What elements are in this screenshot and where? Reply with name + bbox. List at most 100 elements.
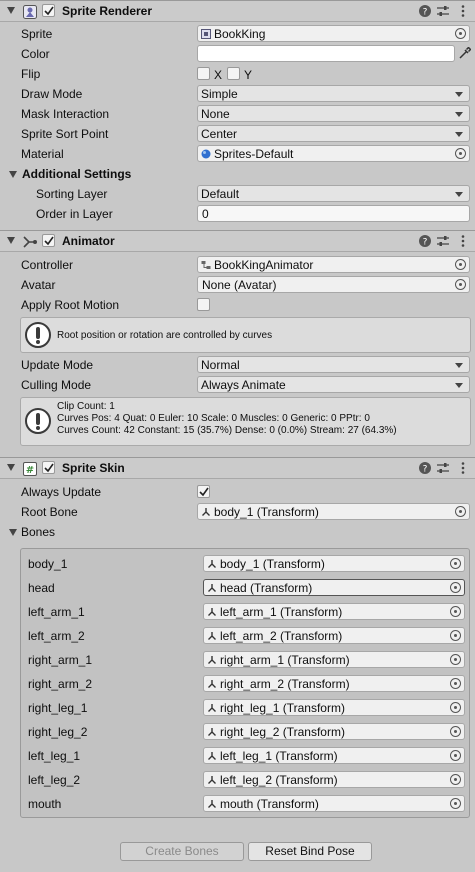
- clip-count-text: Clip Count: 1: [57, 401, 115, 412]
- bone-transform-field[interactable]: left_leg_1 (Transform): [203, 747, 465, 764]
- bone-name-label: left_arm_1: [28, 605, 85, 619]
- transform-icon: [208, 680, 216, 688]
- controller-field[interactable]: BookKingAnimator: [197, 256, 470, 273]
- eyedropper-icon[interactable]: [458, 47, 471, 60]
- curves-pos-text: Curves Pos: 4 Quat: 0 Euler: 10 Scale: 0…: [57, 413, 370, 424]
- sprite-label: Sprite: [21, 27, 53, 41]
- bone-transform-field[interactable]: head (Transform): [203, 579, 465, 596]
- help-icon[interactable]: ?: [418, 461, 432, 475]
- bone-transform-field[interactable]: mouth (Transform): [203, 795, 465, 812]
- object-picker-icon[interactable]: [450, 678, 461, 689]
- bone-transform-field[interactable]: left_leg_2 (Transform): [203, 771, 465, 788]
- presets-icon[interactable]: [436, 234, 450, 248]
- script-icon: #: [23, 462, 37, 476]
- create-bones-button[interactable]: Create Bones: [120, 842, 244, 861]
- sorting-layer-dropdown[interactable]: Default: [197, 185, 470, 202]
- bone-name-label: left_arm_2: [28, 629, 85, 643]
- foldout-arrow-icon[interactable]: [7, 237, 15, 244]
- bone-transform-field[interactable]: body_1 (Transform): [203, 555, 465, 572]
- svg-text:#: #: [26, 465, 34, 476]
- bone-transform-field[interactable]: right_arm_2 (Transform): [203, 675, 465, 692]
- animator-enabled-checkbox[interactable]: [42, 234, 55, 247]
- color-field[interactable]: [197, 45, 455, 62]
- order-in-layer-input[interactable]: 0: [197, 205, 470, 222]
- bone-name-label: right_arm_2: [28, 677, 93, 691]
- flip-x-checkbox[interactable]: [197, 67, 210, 80]
- object-picker-icon[interactable]: [450, 582, 461, 593]
- bones-label[interactable]: Bones: [21, 525, 55, 539]
- help-icon[interactable]: ?: [418, 4, 432, 18]
- update-mode-dropdown[interactable]: Normal: [197, 356, 470, 373]
- bone-transform-field[interactable]: left_arm_2 (Transform): [203, 627, 465, 644]
- additional-settings-foldout-icon[interactable]: [9, 171, 17, 178]
- object-picker-icon[interactable]: [450, 702, 461, 713]
- animator-icon: [23, 236, 37, 248]
- sprite-icon: [201, 29, 211, 39]
- sprite-sort-point-dropdown[interactable]: Center: [197, 125, 470, 142]
- always-update-checkbox[interactable]: [197, 485, 210, 498]
- flip-y-checkbox[interactable]: [227, 67, 240, 80]
- transform-icon: [208, 800, 216, 808]
- object-picker-icon[interactable]: [450, 750, 461, 761]
- context-menu-icon[interactable]: [456, 461, 470, 475]
- bone-transform-field[interactable]: right_leg_1 (Transform): [203, 699, 465, 716]
- reset-bind-pose-button[interactable]: Reset Bind Pose: [248, 842, 372, 861]
- transform-icon: [208, 560, 216, 568]
- help-icon[interactable]: ?: [418, 234, 432, 248]
- foldout-arrow-icon[interactable]: [7, 7, 15, 14]
- object-picker-icon[interactable]: [455, 506, 466, 517]
- foldout-arrow-icon[interactable]: [7, 464, 15, 471]
- context-menu-icon[interactable]: [456, 234, 470, 248]
- context-menu-icon[interactable]: [456, 4, 470, 18]
- sprite-renderer-enabled-checkbox[interactable]: [42, 4, 55, 17]
- sprite-field[interactable]: BookKing: [197, 25, 470, 42]
- root-bone-field[interactable]: body_1 (Transform): [197, 503, 470, 520]
- root-bone-label: Root Bone: [21, 505, 78, 519]
- sprite-skin-header[interactable]: # Sprite Skin ?: [0, 457, 475, 479]
- presets-icon[interactable]: [436, 461, 450, 475]
- object-picker-icon[interactable]: [450, 654, 461, 665]
- bone-transform-field[interactable]: right_leg_2 (Transform): [203, 723, 465, 740]
- bone-transform-field[interactable]: left_arm_1 (Transform): [203, 603, 465, 620]
- dropdown-arrow-icon: [455, 363, 463, 368]
- svg-text:?: ?: [423, 238, 428, 248]
- object-picker-icon[interactable]: [450, 606, 461, 617]
- dropdown-arrow-icon: [455, 383, 463, 388]
- culling-mode-label: Culling Mode: [21, 378, 92, 392]
- object-picker-icon[interactable]: [455, 279, 466, 290]
- object-picker-icon[interactable]: [450, 558, 461, 569]
- apply-root-motion-label: Apply Root Motion: [21, 298, 120, 312]
- culling-mode-dropdown[interactable]: Always Animate: [197, 376, 470, 393]
- material-sphere-icon: [201, 149, 211, 159]
- dropdown-arrow-icon: [455, 192, 463, 197]
- object-picker-icon[interactable]: [450, 774, 461, 785]
- animator-header[interactable]: Animator ?: [0, 230, 475, 252]
- bone-name-label: left_leg_2: [28, 773, 81, 787]
- bone-name-label: mouth: [28, 797, 62, 811]
- object-picker-icon[interactable]: [455, 148, 466, 159]
- order-in-layer-label: Order in Layer: [36, 207, 113, 221]
- animator-title: Animator: [62, 234, 115, 248]
- object-picker-icon[interactable]: [450, 630, 461, 641]
- object-picker-icon[interactable]: [455, 259, 466, 270]
- sprite-renderer-header[interactable]: Sprite Renderer ?: [0, 0, 475, 22]
- bone-transform-field[interactable]: right_arm_1 (Transform): [203, 651, 465, 668]
- flip-label: Flip: [21, 67, 41, 81]
- bones-foldout-icon[interactable]: [9, 529, 17, 536]
- additional-settings-title[interactable]: Additional Settings: [22, 167, 131, 181]
- transform-icon: [208, 584, 216, 592]
- avatar-field[interactable]: None (Avatar): [197, 276, 470, 293]
- controller-label: Controller: [21, 258, 74, 272]
- sprite-skin-enabled-checkbox[interactable]: [42, 461, 55, 474]
- sprite-skin-title: Sprite Skin: [62, 461, 125, 475]
- material-field[interactable]: Sprites-Default: [197, 145, 470, 162]
- apply-root-motion-checkbox[interactable]: [197, 298, 210, 311]
- object-picker-icon[interactable]: [455, 28, 466, 39]
- draw-mode-dropdown[interactable]: Simple: [197, 85, 470, 102]
- bone-name-label: head: [28, 581, 55, 595]
- mask-interaction-dropdown[interactable]: None: [197, 105, 470, 122]
- flip-y-label: Y: [244, 68, 253, 82]
- object-picker-icon[interactable]: [450, 798, 461, 809]
- presets-icon[interactable]: [436, 4, 450, 18]
- object-picker-icon[interactable]: [450, 726, 461, 737]
